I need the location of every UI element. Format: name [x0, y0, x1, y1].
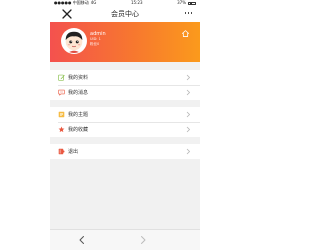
menu-label: 退出: [68, 149, 79, 155]
home-icon[interactable]: [181, 29, 190, 38]
menu-label: 我的主题: [68, 112, 89, 118]
topic-icon: [58, 111, 65, 118]
star-icon: [58, 126, 65, 133]
edit-icon: [58, 74, 65, 81]
more-icon[interactable]: [184, 12, 192, 14]
user-info: admin UID: 1 粉丝0: [90, 31, 106, 47]
message-icon: [58, 89, 65, 96]
menu-item-my-messages[interactable]: 我的消息: [50, 85, 200, 100]
menu-label: 我的消息: [68, 90, 89, 96]
avatar-image: [62, 29, 86, 53]
battery-icon: [188, 1, 196, 5]
menu-item-logout[interactable]: 退出: [50, 144, 200, 159]
chevron-right-icon: [186, 148, 191, 155]
profile-header: admin UID: 1 粉丝0: [50, 22, 200, 62]
chevron-right-icon: [186, 111, 191, 118]
menu-group-content: 我的主题 我的收藏: [50, 107, 200, 137]
forward-arrow-icon[interactable]: [138, 235, 148, 245]
menu-group-account: 我的资料 我的消息: [50, 70, 200, 100]
fans-count: 粉丝0: [90, 42, 100, 46]
menu-item-my-profile[interactable]: 我的资料: [50, 70, 200, 85]
page-title: 会员中心: [111, 10, 139, 18]
chevron-right-icon: [186, 126, 191, 133]
phone-screen: ●●●●● 中国移动 4G 15:23 37% 会员中心 admin UID: …: [50, 0, 200, 250]
avatar[interactable]: [61, 28, 87, 54]
logout-icon: [58, 148, 65, 155]
menu-group-session: 退出: [50, 144, 200, 159]
chevron-right-icon: [186, 74, 191, 81]
back-arrow-icon[interactable]: [77, 235, 87, 245]
menu-label: 我的收藏: [68, 127, 89, 133]
menu-item-my-topics[interactable]: 我的主题: [50, 107, 200, 122]
chevron-right-icon: [186, 89, 191, 96]
menu-label: 我的资料: [68, 75, 89, 81]
nav-bar: 会员中心: [50, 6, 200, 22]
close-icon[interactable]: [61, 8, 73, 20]
browser-toolbar: [50, 229, 200, 250]
menu-item-my-favorites[interactable]: 我的收藏: [50, 122, 200, 137]
